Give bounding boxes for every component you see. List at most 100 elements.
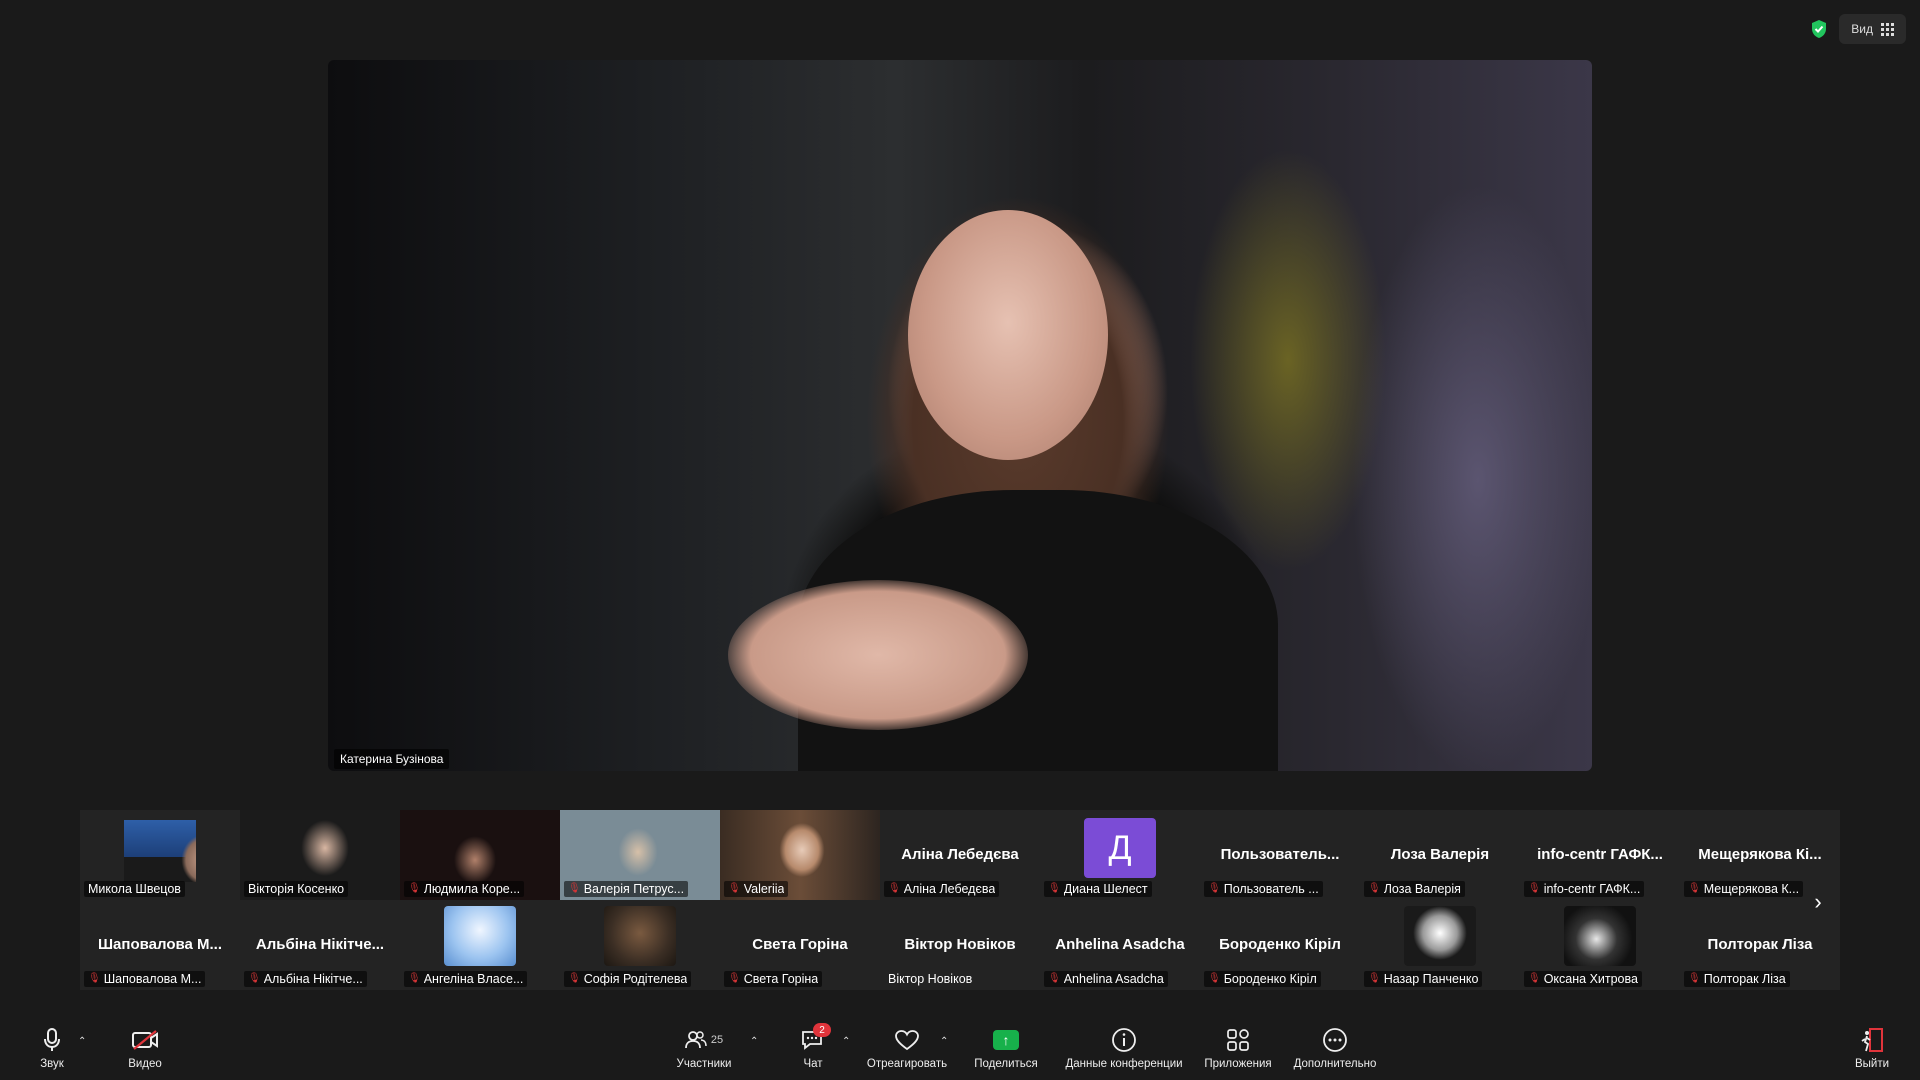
muted-microphone-icon: 🎙 — [1368, 973, 1381, 984]
participant-avatar — [444, 906, 516, 966]
muted-microphone-icon: 🎙 — [408, 973, 421, 984]
participants-icon: 25 — [684, 1026, 724, 1054]
chat-unread-badge: 2 — [813, 1023, 831, 1037]
view-button-label: Вид — [1851, 22, 1873, 36]
chat-label: Чат — [803, 1058, 823, 1070]
participant-name-label: 🎙 Альбіна Нікітче... — [244, 971, 367, 987]
video-button[interactable]: Видео — [122, 1026, 168, 1078]
participant-tile[interactable]: Д 🎙 Диана Шелест — [1040, 810, 1200, 900]
muted-microphone-icon: 🎙 — [1528, 883, 1541, 894]
participant-name-label: Микола Швецов — [84, 881, 185, 897]
participant-tile[interactable]: Anhelina Asadcha 🎙 Anhelina Asadcha — [1040, 900, 1200, 990]
view-button[interactable]: Вид — [1839, 14, 1906, 44]
react-button[interactable]: Отреагировать — [862, 1026, 952, 1078]
participant-name-label: 🎙 Софія Родітелева — [564, 971, 692, 987]
participant-tile[interactable]: Віктор Новіков Віктор Новіков — [880, 900, 1040, 990]
participant-name-label: 🎙 Шаповалова М... — [84, 971, 206, 987]
meeting-toolbar: Звук ⌃ Видео 25 Участники ⌃ 2 Чат ⌃ Отре… — [0, 1022, 1920, 1080]
more-label: Дополнительно — [1293, 1058, 1377, 1070]
muted-microphone-icon: 🎙 — [408, 883, 421, 894]
participant-tile[interactable]: Альбіна Нікітче... 🎙 Альбіна Нікітче... — [240, 900, 400, 990]
muted-microphone-icon: 🎙 — [248, 973, 261, 984]
active-speaker-video[interactable]: Катерина Бузінова — [328, 60, 1592, 771]
security-shield-icon[interactable] — [1809, 18, 1829, 40]
participant-tile[interactable]: 🎙 Оксана Хитрова — [1520, 900, 1680, 990]
participant-tile[interactable]: Бороденко Кірiл 🎙 Бороденко Кірiл — [1200, 900, 1360, 990]
participant-display-name: Лоза Валерія — [1390, 846, 1490, 863]
participant-display-name: Аліна Лебедєва — [901, 846, 1019, 863]
participant-name-text: info-centr ГАФК... — [1543, 882, 1641, 896]
participant-name-text: Пользователь ... — [1223, 882, 1319, 896]
participant-tile[interactable]: 🎙 Valeriia — [720, 810, 880, 900]
react-options-chevron-icon[interactable]: ⌃ — [940, 1036, 948, 1047]
participant-gallery-strip: Микола Швецов Вікторія Косенко 🎙 Людмила Ко… — [80, 810, 1840, 990]
participant-name-label: 🎙 Света Горіна — [724, 971, 823, 987]
apps-button[interactable]: Приложения — [1196, 1026, 1280, 1078]
participant-name-text: Диана Шелест — [1063, 882, 1148, 896]
participant-tile[interactable]: Света Горіна 🎙 Света Горіна — [720, 900, 880, 990]
participant-display-name: Бороденко Кірiл — [1219, 936, 1341, 953]
participant-name-label: 🎙 Мещерякова К... — [1684, 881, 1804, 897]
participant-tile[interactable]: Пользователь... 🎙 Пользователь ... — [1200, 810, 1360, 900]
participant-name-label: 🎙 Лоза Валерія — [1364, 881, 1465, 897]
participant-name-text: Альбіна Нікітче... — [263, 972, 363, 986]
muted-microphone-icon: 🎙 — [1688, 883, 1701, 894]
participant-name-label: 🎙 Диана Шелест — [1044, 881, 1152, 897]
participant-name-text: Ангеліна Власе... — [423, 972, 524, 986]
participant-video-thumbnail — [124, 820, 196, 882]
participant-tile[interactable]: info-centr ГАФК... 🎙 info-centr ГАФК... — [1520, 810, 1680, 900]
meeting-info-button[interactable]: Данные конференции — [1060, 1026, 1188, 1078]
participants-count: 25 — [710, 1034, 724, 1046]
grid-view-icon — [1881, 22, 1894, 36]
participant-tile[interactable]: Аліна Лебедєва 🎙 Аліна Лебедєва — [880, 810, 1040, 900]
muted-microphone-icon: 🎙 — [1368, 883, 1381, 894]
chat-button[interactable]: 2 Чат — [795, 1023, 831, 1078]
leave-button[interactable]: Выйти — [1852, 1026, 1892, 1078]
participant-name-label: 🎙 Anhelina Asadcha — [1044, 971, 1168, 987]
participant-name-text: Вікторія Косенко — [248, 882, 345, 896]
participant-tile[interactable]: 🎙 Софія Родітелева — [560, 900, 720, 990]
audio-options-chevron-icon[interactable]: ⌃ — [78, 1036, 86, 1047]
participant-display-name: Пользователь... — [1220, 846, 1340, 863]
more-button[interactable]: Дополнительно — [1288, 1026, 1382, 1078]
participant-name-label: 🎙 Valeriia — [724, 881, 789, 897]
participant-tile[interactable]: Мещерякова Кі... 🎙 Мещерякова К... — [1680, 810, 1840, 900]
participant-tile[interactable]: Вікторія Косенко — [240, 810, 400, 900]
participant-name-text: Софія Родітелева — [583, 972, 688, 986]
participant-name-text: Микола Швецов — [88, 882, 181, 896]
participant-tile[interactable]: Шаповалова М... 🎙 Шаповалова М... — [80, 900, 240, 990]
participant-name-label: 🎙 Оксана Хитрова — [1524, 971, 1642, 987]
info-icon — [1111, 1026, 1137, 1054]
share-button[interactable]: ↑ Поделиться — [970, 1026, 1042, 1078]
participant-name-label: 🎙 Валерія Петрус... — [564, 881, 689, 897]
muted-microphone-icon: 🎙 — [88, 973, 101, 984]
participant-tile[interactable]: 🎙 Назар Панченко — [1360, 900, 1520, 990]
audio-button[interactable]: Звук — [34, 1026, 70, 1078]
chat-options-chevron-icon[interactable]: ⌃ — [842, 1036, 850, 1047]
speaker-face — [908, 210, 1108, 460]
muted-microphone-icon: 🎙 — [1048, 883, 1061, 894]
participant-name-label: 🎙 Бороденко Кірiл — [1204, 971, 1321, 987]
muted-microphone-icon: 🎙 — [888, 883, 901, 894]
gallery-next-page-icon[interactable]: › — [1808, 890, 1828, 914]
meeting-info-label: Данные конференции — [1065, 1058, 1183, 1070]
participants-button[interactable]: 25 Участники — [670, 1026, 738, 1078]
muted-microphone-icon: 🎙 — [728, 883, 741, 894]
muted-microphone-icon: 🎙 — [1048, 973, 1061, 984]
participant-name-text: Света Горіна — [743, 972, 819, 986]
participant-display-name: Света Горіна — [752, 936, 848, 953]
apps-label: Приложения — [1204, 1058, 1272, 1070]
participant-tile[interactable]: Лоза Валерія 🎙 Лоза Валерія — [1360, 810, 1520, 900]
microphone-icon — [44, 1026, 60, 1054]
participants-options-chevron-icon[interactable]: ⌃ — [750, 1036, 758, 1047]
muted-microphone-icon: 🎙 — [1208, 973, 1221, 984]
share-label: Поделиться — [974, 1058, 1038, 1070]
participant-tile[interactable]: 🎙 Людмила Коре... — [400, 810, 560, 900]
participant-tile[interactable]: 🎙 Ангеліна Власе... — [400, 900, 560, 990]
participant-tile[interactable]: Микола Швецов — [80, 810, 240, 900]
participant-tile[interactable]: 🎙 Валерія Петрус... — [560, 810, 720, 900]
apps-icon — [1226, 1026, 1250, 1054]
participant-display-name: Anhelina Asadcha — [1055, 936, 1185, 953]
leave-label: Выйти — [1854, 1058, 1890, 1070]
heart-icon — [894, 1026, 920, 1054]
